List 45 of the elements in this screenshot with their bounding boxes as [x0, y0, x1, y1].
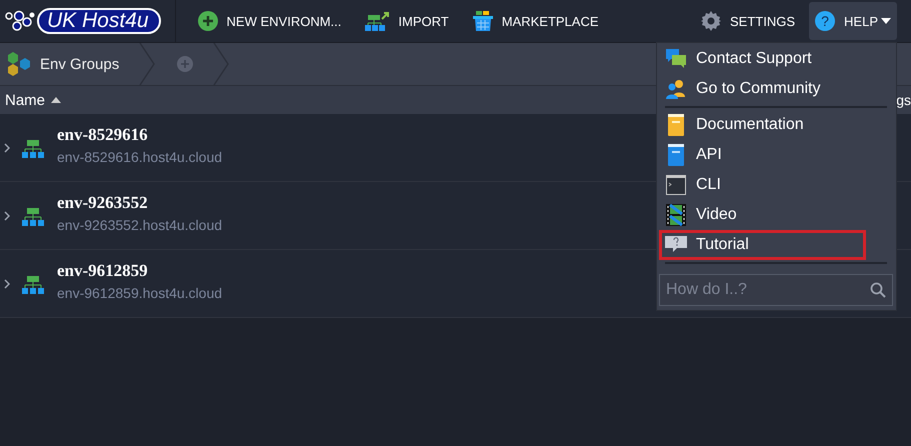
chat-bubbles-icon	[666, 49, 686, 69]
hexagons-icon	[6, 51, 32, 77]
menu-item[interactable]: Contact Support	[659, 44, 866, 74]
toolbar-button[interactable]: IMPORT	[359, 2, 455, 40]
toolbar-button[interactable]: NEW ENVIRONM...	[192, 2, 348, 40]
environment-domain: env-9263552.host4u.cloud	[57, 216, 222, 232]
hierarchy-icon	[21, 274, 45, 294]
speech-bubble-icon	[665, 235, 687, 255]
film-icon	[666, 204, 686, 226]
help-icon: ?	[815, 11, 836, 31]
bubbles-icon	[5, 10, 35, 32]
search-field[interactable]: How do I..?	[659, 274, 893, 306]
settings-icon	[701, 11, 722, 31]
column-header[interactable]: Name	[5, 92, 46, 108]
menu-item[interactable]: CLI	[659, 170, 866, 200]
help-button[interactable]: ? HELP	[809, 2, 897, 40]
menu-item[interactable]: Video	[659, 200, 866, 230]
hierarchy-icon	[21, 138, 45, 158]
menu-item[interactable]: API	[659, 140, 866, 170]
environment-domain: env-8529616.host4u.cloud	[57, 148, 222, 164]
menu-item[interactable]: Documentation	[659, 110, 866, 140]
plus-circle-icon	[198, 11, 218, 31]
hierarchy-arrow-icon	[365, 11, 390, 31]
menu-item[interactable]: Go to Community	[659, 74, 866, 104]
breadcrumb-item[interactable]: Env Groups	[40, 56, 120, 72]
logo[interactable]: UK Host4u	[37, 8, 161, 34]
people-icon	[666, 79, 686, 99]
chevron-right-icon[interactable]	[4, 210, 10, 220]
book-icon	[668, 114, 684, 136]
environment-name[interactable]: env-8529616	[57, 124, 222, 144]
settings-button[interactable]: SETTINGS	[695, 2, 802, 40]
terminal-icon	[666, 175, 686, 195]
basket-icon	[472, 11, 493, 31]
chevron-right-icon[interactable]	[4, 278, 10, 288]
environment-name[interactable]: env-9263552	[57, 192, 222, 212]
column-header[interactable]: gs	[895, 92, 911, 108]
chevron-right-icon[interactable]	[4, 142, 10, 152]
book-icon	[668, 144, 684, 166]
environment-name[interactable]: env-9612859	[57, 260, 222, 280]
environment-domain: env-9612859.host4u.cloud	[57, 284, 222, 300]
caret-icon	[881, 18, 891, 24]
menu-item[interactable]: Tutorial	[659, 230, 866, 260]
toolbar-button[interactable]: MARKETPLACE	[466, 2, 605, 40]
hierarchy-icon	[21, 206, 45, 226]
search-icon	[870, 282, 886, 298]
